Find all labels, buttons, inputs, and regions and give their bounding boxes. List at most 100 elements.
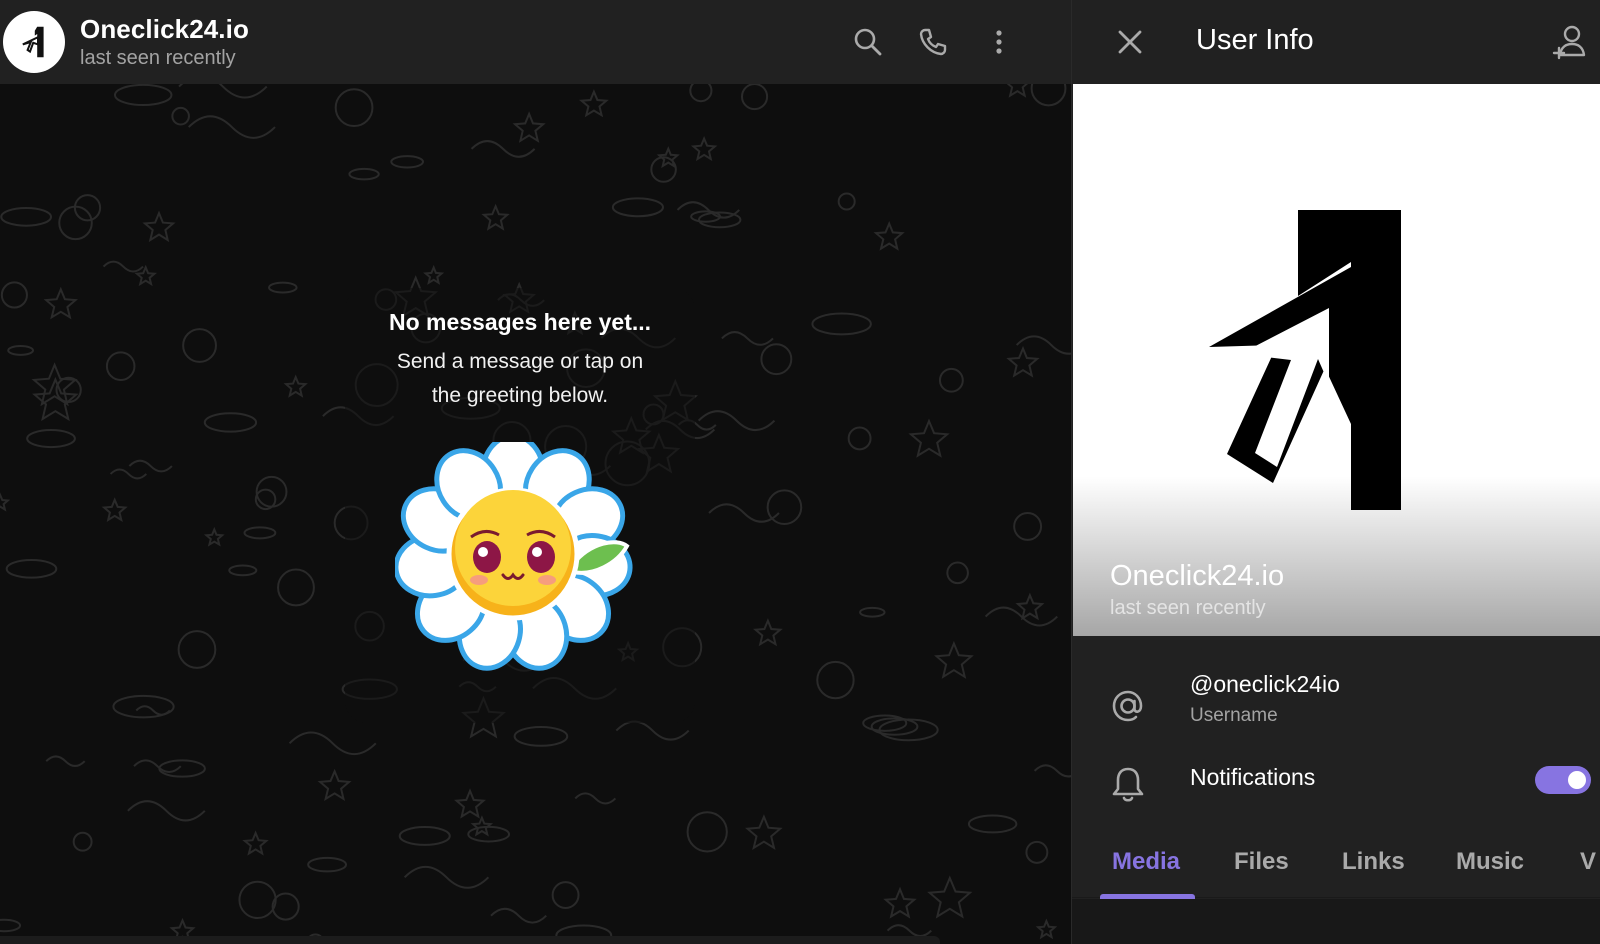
doodle-shape — [686, 811, 728, 853]
media-grid — [1072, 899, 1600, 944]
doodle-shape — [721, 331, 774, 346]
doodle-shape — [203, 526, 225, 547]
doodle-shape — [72, 831, 93, 852]
doodle-shape — [938, 367, 964, 393]
username-value[interactable]: @oneclick24io — [1190, 671, 1340, 698]
doodle-shape — [611, 197, 664, 218]
avatar[interactable] — [3, 11, 65, 73]
doodle-shape — [816, 660, 855, 700]
doodle-shape — [467, 825, 511, 843]
doodle-shape — [423, 264, 445, 285]
doodle-shape — [615, 720, 690, 741]
doodle-shape — [271, 892, 300, 921]
doodle-shape — [847, 426, 872, 451]
doodle-shape — [334, 88, 374, 128]
tab-media[interactable]: Media — [1112, 848, 1180, 876]
doodle-shape — [1033, 764, 1071, 778]
doodle-shape — [0, 918, 22, 933]
doodle-shape — [277, 568, 315, 607]
doodle-shape — [105, 351, 136, 381]
empty-chat-title: No messages here yet... — [388, 309, 652, 335]
doodle-shape — [760, 343, 793, 376]
doodle-shape — [5, 558, 58, 579]
doodle-shape — [512, 111, 546, 143]
doodle-shape — [745, 814, 783, 851]
notifications-toggle[interactable] — [1535, 766, 1591, 794]
doodle-shape — [470, 140, 536, 158]
doodle-shape — [551, 881, 580, 910]
doodle-shape — [114, 84, 173, 107]
doodle-shape — [690, 136, 718, 162]
doodle-shape — [7, 344, 35, 356]
doodle-shape — [1013, 511, 1043, 541]
chat-title[interactable]: Oneclick24.io — [80, 14, 249, 45]
phone-icon[interactable] — [913, 22, 953, 62]
doodle-shape — [967, 814, 1018, 834]
greeting-sticker[interactable] — [393, 433, 645, 672]
add-contact-button[interactable] — [1548, 20, 1592, 64]
tab-files[interactable]: Files — [1234, 848, 1289, 876]
doodle-shape — [859, 606, 886, 618]
doodle-shape — [697, 410, 776, 432]
doodle-shape — [177, 630, 217, 669]
doodle-shape — [101, 497, 128, 523]
user-info-panel: User Info Oneclick24.io last seen recent… — [1071, 0, 1600, 944]
doodle-shape — [43, 286, 78, 320]
doodle-shape — [188, 115, 276, 139]
doodle-shape — [470, 815, 494, 837]
profile-photo[interactable]: Oneclick24.io last seen recently — [1073, 84, 1600, 636]
chat-header[interactable]: Oneclick24.io last seen recently — [0, 0, 1071, 84]
add-contact-icon — [1552, 25, 1586, 60]
toggle-knob — [1565, 768, 1589, 792]
doodle-shape — [984, 606, 1058, 627]
close-button[interactable] — [1110, 22, 1150, 62]
doodle-shape — [837, 192, 856, 211]
more-vertical-icon[interactable] — [979, 22, 1019, 62]
doodle-shape — [676, 201, 740, 219]
doodle-shape — [158, 759, 206, 778]
doodle-shape — [128, 459, 173, 473]
doodle-shape — [753, 618, 783, 647]
tab-voice[interactable]: V — [1580, 848, 1596, 876]
doodle-shape — [109, 468, 148, 480]
doodle-shape — [403, 865, 490, 889]
doodle-shape — [927, 875, 973, 919]
doodle-shape — [946, 561, 969, 585]
doodle-shape — [811, 312, 872, 336]
doodle-shape — [127, 800, 206, 822]
doodle-shape — [178, 84, 268, 99]
username-label: Username — [1190, 705, 1278, 726]
doodle-shape — [1030, 84, 1067, 107]
doodle-shape — [886, 924, 932, 938]
search-icon[interactable] — [848, 22, 888, 62]
doodle-shape — [873, 220, 905, 251]
bell-icon — [1106, 762, 1150, 806]
at-sign-icon — [1106, 684, 1150, 728]
doodle-shape — [0, 206, 53, 227]
empty-chat-subtitle: Send a message or tap on the greeting be… — [345, 345, 695, 413]
chat-panel: Oneclick24.io last seen recently No mess… — [0, 0, 1071, 944]
logo-icon — [22, 26, 44, 58]
doodle-shape — [934, 640, 974, 679]
doodle-shape — [228, 564, 258, 577]
doodle-shape — [766, 489, 803, 525]
doodle-shape — [348, 167, 380, 181]
doodle-shape — [578, 89, 609, 118]
doodle-shape — [142, 210, 176, 243]
doodle-shape — [203, 412, 258, 433]
doodle-shape — [908, 418, 950, 458]
doodle-shape — [490, 907, 547, 924]
doodle-shape — [1006, 345, 1040, 378]
doodle-shape — [283, 374, 308, 398]
tab-music[interactable]: Music — [1456, 848, 1524, 876]
doodle-shape — [883, 886, 917, 919]
doodle-shape — [243, 526, 277, 540]
doodle-shape — [171, 106, 190, 126]
doodle-shape — [390, 155, 425, 169]
doodle-shape — [307, 856, 348, 873]
doodle-shape — [268, 281, 298, 294]
notifications-label: Notifications — [1190, 764, 1316, 790]
tab-links[interactable]: Links — [1342, 848, 1405, 876]
doodle-shape — [689, 84, 713, 103]
doodle-shape — [398, 826, 451, 846]
